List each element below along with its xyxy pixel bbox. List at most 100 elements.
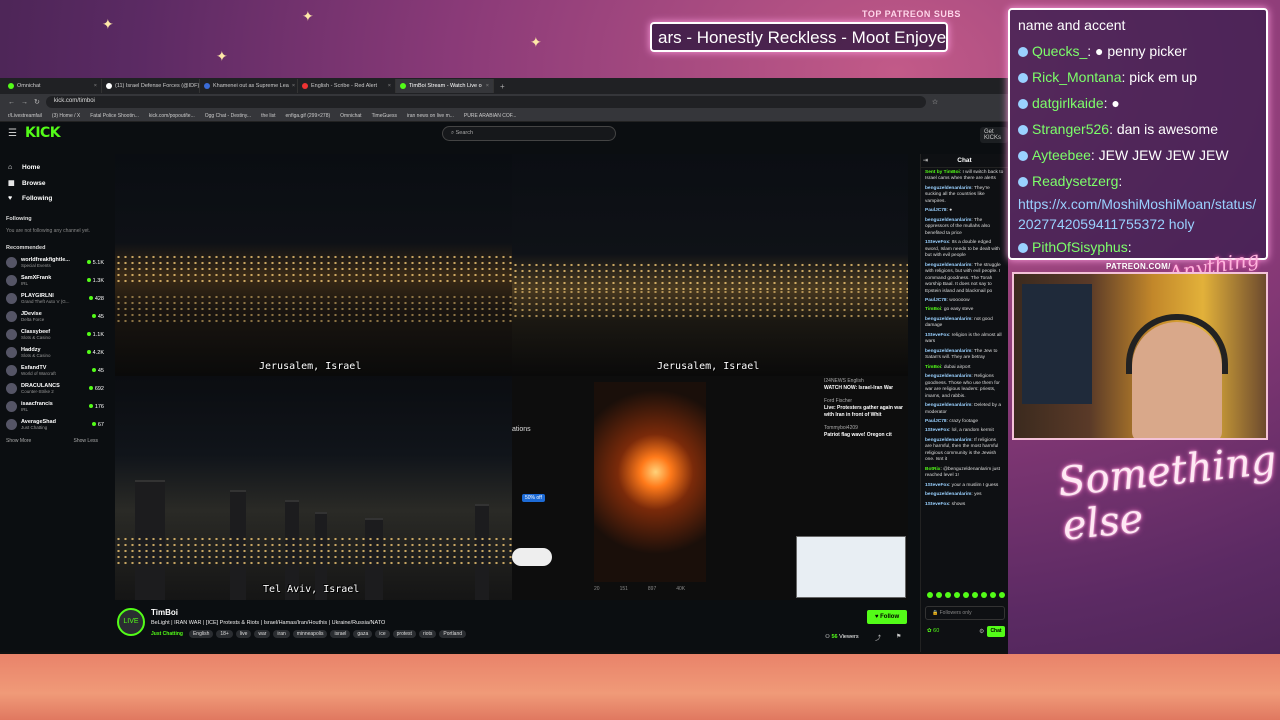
gear-icon[interactable]: ⚙ xyxy=(979,628,984,635)
show-more-link[interactable]: Show More xyxy=(6,438,31,444)
stream-tag[interactable]: iran xyxy=(273,630,290,638)
search-input[interactable]: ⌕ Search xyxy=(442,126,616,141)
chat-send-button[interactable]: Chat xyxy=(987,626,1005,637)
get-kicks-button[interactable]: Get KICKs xyxy=(980,127,1008,143)
category-link[interactable]: Just Chatting xyxy=(151,631,183,637)
url-field[interactable]: kick.com/timboi xyxy=(45,96,926,108)
chat-username[interactable]: benguzeldenanlarim xyxy=(925,263,971,268)
chat-username[interactable]: benguzeldenanlarim xyxy=(925,492,971,497)
tab-timboi[interactable]: TimBoi Stream - Watch Live o × xyxy=(396,79,494,93)
chat-username[interactable]: benguzeldenanlarim xyxy=(925,403,971,408)
bookmark-item[interactable]: Omnichat xyxy=(340,113,361,119)
new-tab-button[interactable]: + xyxy=(494,82,511,91)
feed-item[interactable]: I24NEWS English WATCH NOW: Israel-Iran Wa… xyxy=(824,378,908,392)
emote-icon[interactable] xyxy=(954,592,960,598)
stream-tag[interactable]: protest xyxy=(392,630,416,638)
bookmark-item[interactable]: the list xyxy=(261,113,275,119)
chat-username[interactable]: 1SteveFox xyxy=(925,333,949,338)
bookmark-item[interactable]: TimeGuess xyxy=(372,113,397,119)
reply-count[interactable]: 20 xyxy=(594,586,600,592)
chat-username[interactable]: benguzeldenanlarim xyxy=(925,186,971,191)
points-display[interactable]: ✿ 60 xyxy=(927,628,939,634)
streamer-name[interactable]: TimBoi xyxy=(151,608,178,617)
sidebar-item-browse[interactable]: ▦ Browse xyxy=(6,175,110,191)
chat-username[interactable]: benguzeldenanlarim xyxy=(925,438,971,443)
chat-username[interactable]: TimBoi xyxy=(925,365,941,370)
recommended-channel[interactable]: DRACULANCS Counter-Strike 2 692 xyxy=(6,380,110,398)
close-icon[interactable]: × xyxy=(292,83,295,89)
avatar[interactable]: LIVE xyxy=(117,608,145,636)
tab-idf[interactable]: (11) Israel Defense Forces (@IDF)× xyxy=(102,79,200,93)
bookmark-item[interactable]: r/Livestreamfail xyxy=(8,113,42,119)
recommended-channel[interactable]: JDevise Delta Force 45 xyxy=(6,308,110,326)
follow-button[interactable]: ♥ Follow xyxy=(867,610,907,624)
like-count[interactable]: 897 xyxy=(648,586,656,592)
tab-khamenei[interactable]: Khamenei out as Supreme Lea × xyxy=(200,79,298,93)
recommended-channel[interactable]: isaacfrancis IRL 176 xyxy=(6,398,110,416)
stream-tag[interactable]: English xyxy=(188,630,214,638)
recommended-channel[interactable]: worldfreakfightle... Special Events 5.1K xyxy=(6,254,110,272)
bookmark-star-icon[interactable]: ☆ xyxy=(932,98,938,106)
reload-icon[interactable]: ↻ xyxy=(34,98,40,106)
close-icon[interactable]: × xyxy=(486,83,489,89)
chat-username[interactable]: BotRix xyxy=(925,467,940,472)
chat-username[interactable]: benguzeldenanlarim xyxy=(925,218,971,223)
tab-red-alert[interactable]: English - Scribe - Red Alert × xyxy=(298,79,396,93)
emote-icon[interactable] xyxy=(963,592,969,598)
chat-username[interactable]: PaulJC78 xyxy=(925,208,947,213)
recommended-channel[interactable]: AverageShad Just Chatting 67 xyxy=(6,416,110,434)
emote-icon[interactable] xyxy=(999,592,1005,598)
chat-username[interactable]: 1SteveFox xyxy=(925,483,949,488)
repost-count[interactable]: 151 xyxy=(620,586,628,592)
pill-button[interactable] xyxy=(512,548,552,566)
recommended-channel[interactable]: EsfandTV World of Warcraft 45 xyxy=(6,362,110,380)
emote-icon[interactable] xyxy=(972,592,978,598)
stream-tag[interactable]: live xyxy=(235,630,252,638)
close-icon[interactable]: × xyxy=(388,83,391,89)
stream-tag[interactable]: Portland xyxy=(439,630,467,638)
bookmark-item[interactable]: Ogg Chat - Destiny... xyxy=(205,113,251,119)
feed-item[interactable]: Tommyboi4209 Patriot flag wave! Oregon ci… xyxy=(824,425,908,439)
chat-username[interactable]: Sent by TimBoi xyxy=(925,170,960,175)
stream-tag[interactable]: riots xyxy=(418,630,437,638)
chat-username[interactable]: 1SteveFox xyxy=(925,428,949,433)
emote-icon[interactable] xyxy=(981,592,987,598)
chat-username[interactable]: benguzeldenanlarim xyxy=(925,374,971,379)
collapse-icon[interactable]: ⇥ xyxy=(923,154,928,168)
bookmark-item[interactable]: PURE ARABIAN COF... xyxy=(464,113,517,119)
bookmark-item[interactable]: kick.com/popout/te... xyxy=(149,113,195,119)
back-icon[interactable]: ← xyxy=(8,99,15,106)
stream-tag[interactable]: ice xyxy=(375,630,390,638)
emote-icon[interactable] xyxy=(990,592,996,598)
stream-tag[interactable]: 18+ xyxy=(216,630,233,638)
emote-icon[interactable] xyxy=(945,592,951,598)
video-player[interactable]: Jerusalem, Israel Jerusalem, Israel Tel … xyxy=(115,154,908,600)
sidebar-item-home[interactable]: ⌂ Home xyxy=(6,160,110,175)
view-count[interactable]: 40K xyxy=(676,586,685,592)
chat-username[interactable]: benguzeldenanlarim xyxy=(925,317,971,322)
chat-username[interactable]: 1SteveFox xyxy=(925,502,949,507)
stream-tag[interactable]: gaza xyxy=(353,630,373,638)
recommended-channel[interactable]: SamXFrank IRL 1.3K xyxy=(6,272,110,290)
recommended-channel[interactable]: Classybeef Slots & Casino 1.1K xyxy=(6,326,110,344)
emote-icon[interactable] xyxy=(936,592,942,598)
report-flag-icon[interactable]: ⚑ xyxy=(896,633,901,640)
stream-tag[interactable]: war xyxy=(254,630,271,638)
share-icon[interactable]: ⤴ xyxy=(875,633,881,642)
feed-item[interactable]: Ford Fischer Live: Protesters gather agai… xyxy=(824,398,908,419)
kick-logo[interactable]: KICK xyxy=(25,125,61,141)
stream-tag[interactable]: israel xyxy=(330,630,351,638)
chat-username[interactable]: 1SteveFox xyxy=(925,240,949,245)
emote-icon[interactable] xyxy=(927,592,933,598)
bookmark-item[interactable]: (3) Home / X xyxy=(52,113,80,119)
show-less-link[interactable]: Show Less xyxy=(74,438,98,444)
bookmark-item[interactable]: iran news on live m... xyxy=(407,113,454,119)
sidebar-item-following[interactable]: ♥ Following xyxy=(6,191,110,206)
tab-omnichat[interactable]: Omnichat × xyxy=(4,79,102,93)
chat-input[interactable]: 🔒 Followers only xyxy=(925,606,1005,620)
chat-username[interactable]: benguzeldenanlarim xyxy=(925,349,971,354)
recommended-channel[interactable]: Haddzy Slots & Casino 4.2K xyxy=(6,344,110,362)
chat-username[interactable]: PaulJC78 xyxy=(925,419,947,424)
bookmark-item[interactable]: Fatal Police Shootin... xyxy=(90,113,139,119)
menu-icon[interactable]: ☰ xyxy=(8,128,17,139)
